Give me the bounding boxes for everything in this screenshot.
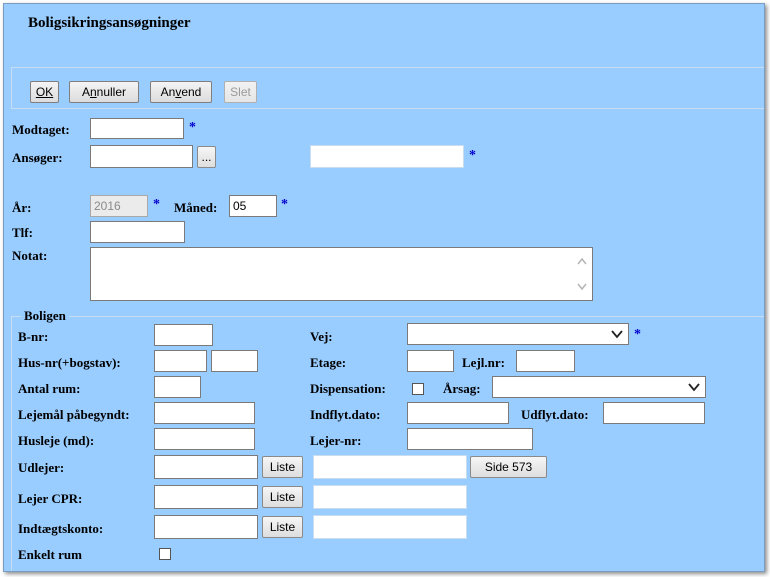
maned-label: Måned: bbox=[174, 200, 218, 215]
annuller-button[interactable]: An nuller bbox=[69, 81, 139, 103]
annuller-label-b: n bbox=[89, 85, 97, 99]
indflyt-input[interactable] bbox=[407, 402, 509, 424]
anvend-label-a: An bbox=[160, 85, 176, 99]
slet-button[interactable]: Slet bbox=[224, 81, 257, 103]
udlejer-liste-button[interactable]: Liste bbox=[262, 456, 303, 478]
annuller-label-c: nuller bbox=[96, 85, 127, 99]
boligen-legend: Boligen bbox=[21, 308, 69, 324]
enkelt-rum-checkbox[interactable] bbox=[159, 548, 171, 560]
ansoger-label: Ansøger: bbox=[12, 150, 63, 165]
modtaget-input[interactable] bbox=[90, 118, 184, 139]
maned-input[interactable]: 05 bbox=[229, 195, 277, 217]
ansoger-browse-button[interactable]: ... bbox=[197, 146, 216, 168]
lejer-cpr-name-field bbox=[313, 485, 467, 509]
anvend-button[interactable]: An v end bbox=[150, 81, 212, 103]
modtaget-label: Modtaget: bbox=[12, 122, 70, 137]
udflyt-label: Udflyt.dato: bbox=[521, 407, 589, 422]
annuller-label-a: A bbox=[81, 85, 90, 99]
ansoger-input[interactable] bbox=[90, 145, 193, 168]
husnr-label: Hus-nr(+bogstav): bbox=[18, 355, 121, 370]
indflyt-label: Indflyt.dato: bbox=[310, 407, 381, 422]
dispensation-checkbox[interactable] bbox=[412, 383, 424, 395]
lejernr-input[interactable] bbox=[407, 428, 533, 450]
lejemaal-label: Lejemål påbegyndt: bbox=[18, 407, 130, 422]
notat-textarea[interactable] bbox=[90, 247, 593, 301]
udlejer-name-field bbox=[313, 455, 467, 479]
indtaegt-label: Indtægtskonto: bbox=[18, 521, 104, 536]
ansoger-required-mark: * bbox=[469, 148, 476, 163]
bnr-input[interactable] bbox=[154, 324, 213, 346]
ok-button-label: OK bbox=[35, 85, 54, 99]
indtaegt-name-field bbox=[313, 515, 467, 539]
notat-label: Notat: bbox=[12, 248, 48, 263]
lejer-cpr-liste-label: Liste bbox=[269, 490, 296, 504]
lejernr-label: Lejer-nr: bbox=[310, 433, 362, 448]
udlejer-input[interactable] bbox=[154, 455, 258, 479]
lejemaal-input[interactable] bbox=[154, 402, 255, 424]
lejlnr-label: Lejl.nr: bbox=[462, 355, 505, 370]
tlf-input[interactable] bbox=[90, 221, 185, 243]
lejer-cpr-liste-button[interactable]: Liste bbox=[262, 486, 303, 508]
slet-button-label: Slet bbox=[230, 85, 251, 99]
ansoger-browse-label: ... bbox=[201, 150, 212, 164]
side-button-label: Side 573 bbox=[484, 460, 533, 474]
aarsag-select[interactable] bbox=[492, 376, 706, 398]
lejer-cpr-input[interactable] bbox=[154, 485, 258, 509]
side-button[interactable]: Side 573 bbox=[470, 456, 547, 478]
maned-required-mark: * bbox=[281, 197, 288, 212]
ok-button[interactable]: OK bbox=[30, 81, 59, 103]
etage-input[interactable] bbox=[407, 350, 454, 372]
vej-select[interactable] bbox=[407, 323, 629, 345]
bnr-label: B-nr: bbox=[18, 329, 49, 344]
chevron-down-icon bbox=[688, 383, 700, 392]
notat-scroll-arrows-icon[interactable] bbox=[575, 254, 589, 296]
lejlnr-input[interactable] bbox=[516, 350, 575, 372]
aarsag-label: Årsag: bbox=[443, 381, 481, 396]
husbogstav-input[interactable] bbox=[211, 350, 258, 372]
udlejer-liste-label: Liste bbox=[269, 460, 296, 474]
dialog-window: Boligsikringsansøgninger OK An nuller An v… bbox=[3, 3, 765, 572]
husleje-label: Husleje (md): bbox=[18, 433, 95, 448]
vej-required-mark: * bbox=[634, 327, 641, 342]
tlf-label: Tlf: bbox=[12, 225, 33, 240]
antal-rum-label: Antal rum: bbox=[18, 381, 81, 396]
husleje-input[interactable] bbox=[154, 428, 255, 450]
modtaget-required-mark: * bbox=[189, 120, 196, 135]
etage-label: Etage: bbox=[310, 355, 347, 370]
indtaegt-liste-label: Liste bbox=[269, 520, 296, 534]
indtaegt-input[interactable] bbox=[154, 515, 258, 539]
chevron-down-icon bbox=[611, 330, 623, 339]
indtaegt-liste-button[interactable]: Liste bbox=[262, 516, 303, 538]
ar-required-mark: * bbox=[153, 197, 160, 212]
page-title: Boligsikringsansøgninger bbox=[28, 15, 191, 31]
antal-rum-input[interactable] bbox=[154, 376, 201, 398]
anvend-label-c: end bbox=[181, 85, 202, 99]
udflyt-input[interactable] bbox=[603, 402, 705, 424]
ansoger-name-field bbox=[310, 145, 464, 168]
toolbar: OK An nuller An v end Slet bbox=[11, 67, 764, 109]
dispensation-label: Dispensation: bbox=[310, 381, 386, 396]
lejer-cpr-label: Lejer CPR: bbox=[18, 491, 83, 506]
husnr-input[interactable] bbox=[154, 350, 207, 372]
enkelt-rum-label: Enkelt rum bbox=[18, 547, 82, 562]
udlejer-label: Udlejer: bbox=[18, 460, 65, 475]
ar-input[interactable]: 2016 bbox=[90, 195, 148, 217]
vej-label: Vej: bbox=[310, 329, 333, 344]
ar-label: År: bbox=[12, 200, 32, 215]
